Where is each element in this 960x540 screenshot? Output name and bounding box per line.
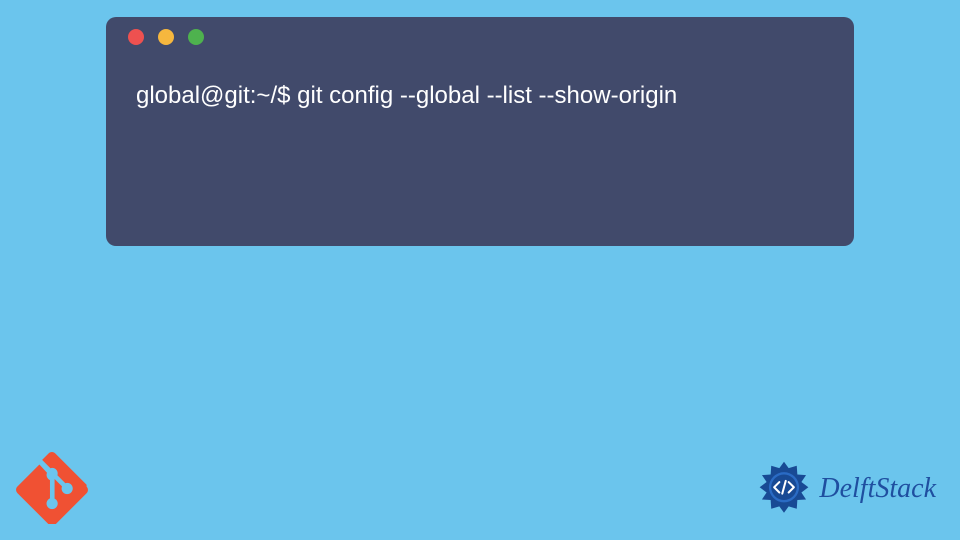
git-logo-icon — [16, 452, 88, 524]
brand-name: DelftStack — [819, 473, 936, 505]
brand-logo: DelftStack — [755, 460, 936, 518]
terminal-window: global@git:~/$ git config --global --lis… — [106, 17, 854, 246]
brand-emblem-icon — [755, 460, 813, 518]
terminal-body[interactable]: global@git:~/$ git config --global --lis… — [106, 57, 854, 113]
minimize-icon[interactable] — [158, 29, 174, 45]
window-titlebar — [106, 17, 854, 57]
maximize-icon[interactable] — [188, 29, 204, 45]
close-icon[interactable] — [128, 29, 144, 45]
terminal-line: global@git:~/$ git config --global --lis… — [136, 79, 824, 113]
terminal-prompt: global@git:~/$ — [136, 82, 290, 109]
terminal-command: git config --global --list --show-origin — [297, 82, 677, 109]
